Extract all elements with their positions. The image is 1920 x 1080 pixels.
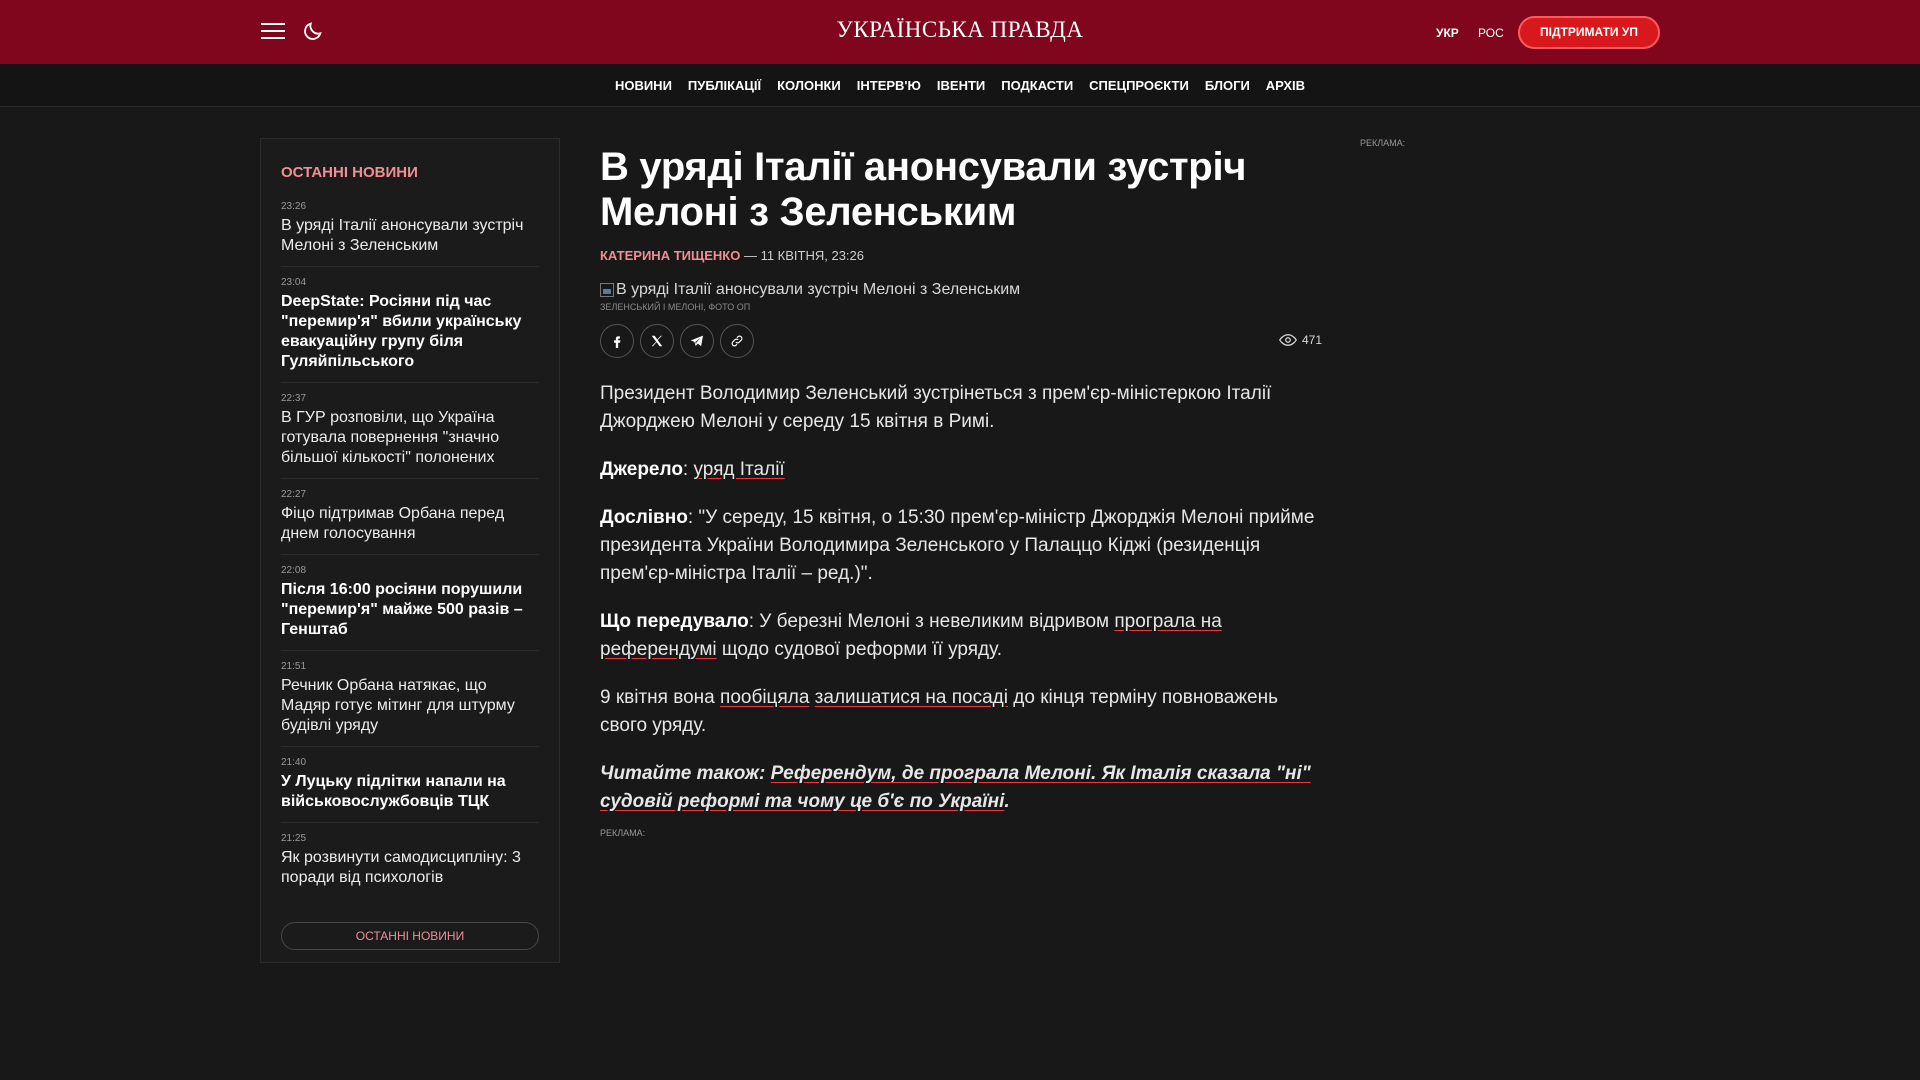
news-time: 22:37 — [281, 393, 307, 404]
stay-in-office-link[interactable]: залишатися на посаді — [815, 687, 1008, 708]
paragraph-1: Президент Володимир Зеленський зустрінет… — [600, 383, 1272, 432]
news-title[interactable]: DeepState: Росіяни під час "перемир'я" в… — [281, 292, 539, 372]
article-image: В уряді Італії анонсували зустріч Мелоні… — [600, 281, 1322, 299]
read-also: Читайте також: Референдум, де програла М… — [600, 760, 1322, 816]
news-item[interactable]: 21:40 У Луцьку підлітки напали на військ… — [281, 747, 539, 823]
news-title[interactable]: Речник Орбана натякає, що Мадяр готує мі… — [281, 676, 539, 736]
nav-item-podcasts[interactable]: ПОДКАСТИ — [1001, 78, 1073, 93]
eye-icon — [1279, 334, 1297, 346]
nav-item-news[interactable]: НОВИНИ — [615, 78, 672, 93]
background-text-2: щодо судової реформи її уряду. — [716, 639, 1003, 660]
link-icon[interactable] — [720, 324, 754, 358]
news-title[interactable]: Як розвинути самодисципліну: 3 поради ві… — [281, 848, 539, 888]
read-also-label: Читайте також: — [600, 763, 771, 784]
byline: КАТЕРИНА ТИЩЕНКО — 11 КВІТНЯ, 23:26 — [600, 248, 1322, 263]
site-header: УКРАЇНСЬКА ПРАВДА УКР РОС ПІДТРИМАТИ УП — [0, 0, 1920, 64]
news-time: 23:04 — [281, 277, 307, 288]
quote-text: : "У середу, 15 квітня, о 15:30 прем'єр-… — [600, 507, 1315, 584]
broken-image-icon — [600, 283, 614, 297]
source-link[interactable]: уряд Італії — [693, 459, 784, 480]
news-time: 23:26 — [281, 201, 307, 212]
sidebar-title: ОСТАННІ НОВИНИ — [281, 164, 418, 181]
quote-label: Дослівно — [600, 507, 688, 528]
byline-separator: — — [740, 248, 761, 263]
paragraph-quote: Дослівно: "У середу, 15 квітня, о 15:30 … — [600, 504, 1322, 588]
source-label: Джерело — [600, 459, 683, 480]
paragraph-promise: 9 квітня вона пообіцяла залишатися на по… — [600, 684, 1322, 740]
article-date: 11 КВІТНЯ, 23:26 — [760, 248, 864, 263]
news-title[interactable]: Після 16:00 росіяни порушили "перемир'я"… — [281, 580, 539, 640]
article-body: Президент Володимир Зеленський зустрінет… — [600, 380, 1322, 816]
main-nav: НОВИНИ ПУБЛІКАЦІЇ КОЛОНКИ ІНТЕРВ'Ю ІВЕНТ… — [0, 64, 1920, 107]
ad-label-right: РЕКЛАМА: — [1360, 138, 1406, 148]
nav-item-events[interactable]: ІВЕНТИ — [937, 78, 985, 93]
background-label: Що передувало — [600, 611, 749, 632]
news-item[interactable]: 22:27 Фіцо підтримав Орбана перед днем г… — [281, 479, 539, 555]
nav-item-archive[interactable]: АРХІВ — [1266, 78, 1305, 93]
share-bar: 471 — [600, 324, 1322, 358]
news-item[interactable]: 21:51 Речник Орбана натякає, що Мадяр го… — [281, 651, 539, 747]
lang-ukr-link[interactable]: УКР — [1436, 26, 1459, 40]
news-time: 22:27 — [281, 489, 307, 500]
news-time: 21:51 — [281, 661, 307, 672]
article-figure: В уряді Італії анонсували зустріч Мелоні… — [600, 281, 1322, 312]
nav-item-publications[interactable]: ПУБЛІКАЦІЇ — [688, 78, 761, 93]
nav-item-interview[interactable]: ІНТЕРВ'Ю — [857, 78, 921, 93]
background-text-1: : У березні Мелоні з невеликим відривом — [748, 611, 1115, 632]
nav-item-columns[interactable]: КОЛОНКИ — [777, 78, 841, 93]
telegram-icon[interactable] — [680, 324, 714, 358]
promised-link[interactable]: пообіцяла — [720, 687, 809, 708]
paragraph-source: Джерело: уряд Італії — [600, 456, 1322, 484]
facebook-icon[interactable] — [600, 324, 634, 358]
news-title[interactable]: В ГУР розповіли, що Україна готувала пов… — [281, 408, 539, 468]
x-icon[interactable] — [640, 324, 674, 358]
author-link[interactable]: КАТЕРИНА ТИЩЕНКО — [600, 248, 740, 263]
ad-label-bottom: РЕКЛАМА: — [600, 828, 646, 838]
view-count: 471 — [1301, 333, 1322, 347]
view-counter: 471 — [1279, 333, 1322, 347]
news-item[interactable]: 23:04 DeepState: Росіяни під час "переми… — [281, 267, 539, 383]
news-title[interactable]: У Луцьку підлітки напали на військовослу… — [281, 772, 539, 812]
lang-ros-link[interactable]: РОС — [1478, 26, 1504, 40]
image-alt-text: В уряді Італії анонсували зустріч Мелоні… — [616, 281, 1021, 298]
news-item[interactable]: 23:26 В уряді Італії анонсували зустріч … — [281, 191, 539, 267]
source-colon: : — [682, 459, 694, 480]
news-item[interactable]: 22:37 В ГУР розповіли, що Україна готува… — [281, 383, 539, 479]
news-time: 21:40 — [281, 757, 307, 768]
news-item[interactable]: 21:25 Як розвинути самодисципліну: 3 пор… — [281, 823, 539, 898]
news-title[interactable]: В уряді Італії анонсували зустріч Мелоні… — [281, 216, 539, 256]
news-item[interactable]: 22:08 Після 16:00 росіяни порушили "пере… — [281, 555, 539, 651]
image-caption: Зеленський і Мелоні, Фото ОП — [600, 302, 751, 312]
news-time: 22:08 — [281, 565, 307, 576]
paragraph-background: Що передувало: У березні Мелоні з невели… — [600, 608, 1322, 664]
nav-item-blogs[interactable]: БЛОГИ — [1205, 78, 1250, 93]
article-title: В уряді Італії анонсували зустріч Мелоні… — [600, 145, 1247, 234]
article: В уряді Італії анонсували зустріч Мелоні… — [600, 145, 1322, 838]
support-button[interactable]: ПІДТРИМАТИ УП — [1518, 16, 1660, 49]
news-time: 21:25 — [281, 833, 307, 844]
latest-news-sidebar: ОСТАННІ НОВИНИ 23:26 В уряді Італії анон… — [260, 138, 560, 963]
promise-text-1: 9 квітня вона — [600, 687, 721, 708]
news-title[interactable]: Фіцо підтримав Орбана перед днем голосув… — [281, 504, 539, 544]
read-also-end: . — [1004, 791, 1010, 812]
more-news-button[interactable]: ОСТАННІ НОВИНИ — [281, 922, 539, 950]
nav-item-specprojects[interactable]: СПЕЦПРОЄКТИ — [1089, 78, 1189, 93]
